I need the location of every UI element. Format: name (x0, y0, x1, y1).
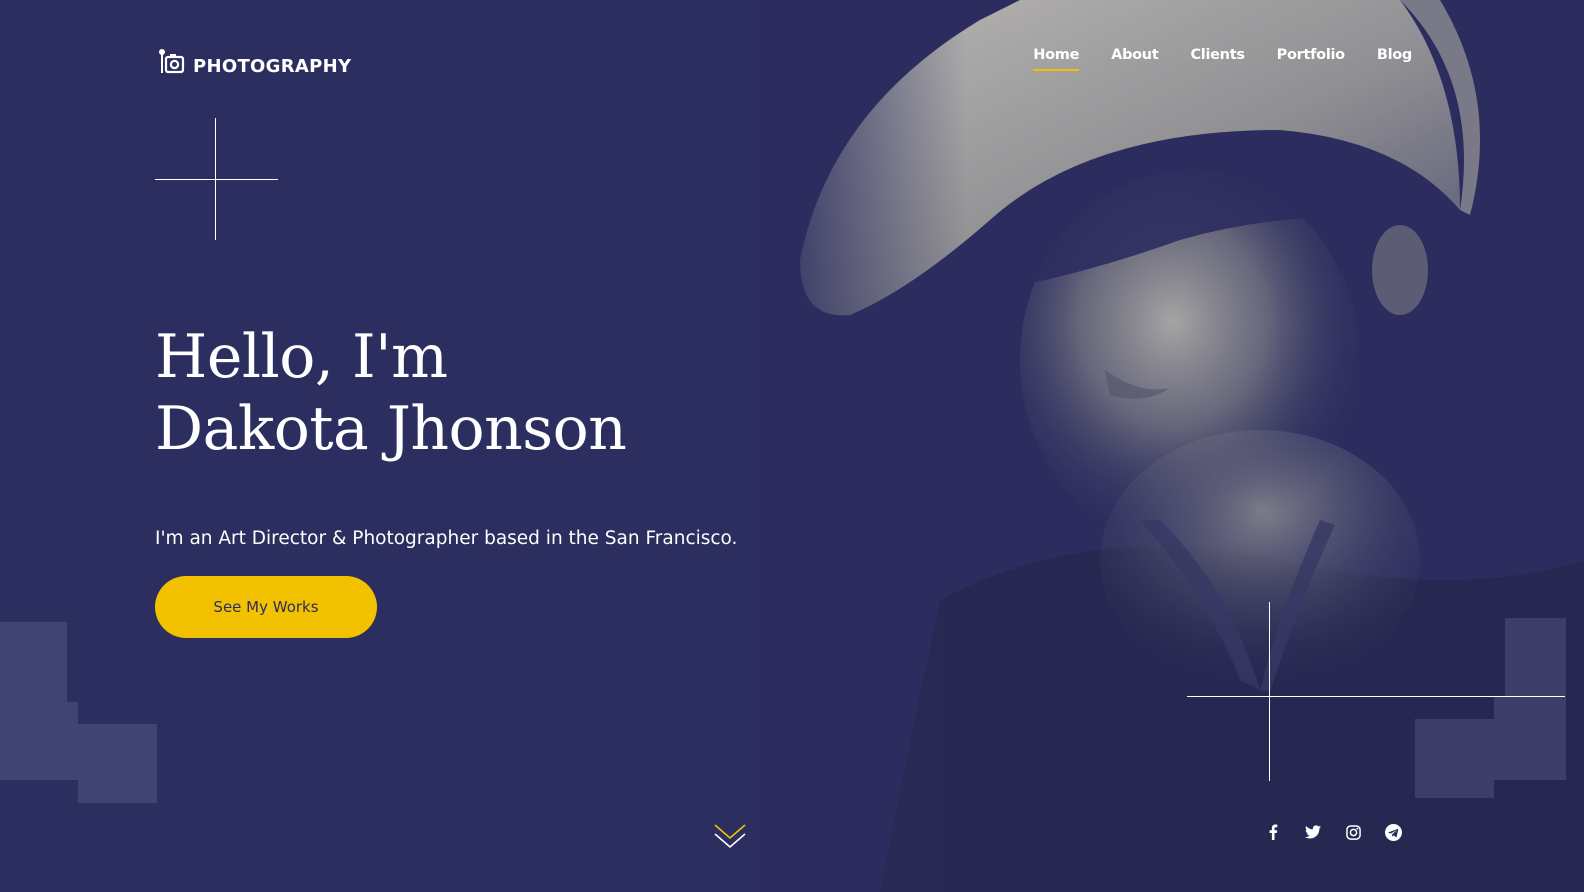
decor-square (0, 702, 78, 780)
crosshair-line (1187, 696, 1565, 697)
main-nav: Home About Clients Portfolio Blog (1033, 47, 1412, 71)
nav-item-clients[interactable]: Clients (1190, 47, 1245, 71)
crosshair-line (1269, 602, 1270, 781)
twitter-icon[interactable] (1303, 822, 1323, 842)
facebook-icon[interactable] (1263, 822, 1283, 842)
hero-section: PHOTOGRAPHY Home About Clients Portfolio… (0, 0, 1584, 892)
social-links (1263, 822, 1403, 842)
chevron-down-icon[interactable] (713, 822, 747, 852)
decor-square (78, 724, 157, 803)
hero-tagline: I'm an Art Director & Photographer based… (155, 528, 738, 549)
telegram-icon[interactable] (1383, 822, 1403, 842)
hero-headline: Hello, I'm Dakota Jhonson (155, 321, 627, 465)
brand-logo[interactable]: PHOTOGRAPHY (157, 46, 351, 77)
brand-name: PHOTOGRAPHY (193, 56, 352, 77)
crosshair-line (155, 179, 278, 180)
decor-square (1415, 719, 1494, 798)
nav-item-portfolio[interactable]: Portfolio (1277, 47, 1345, 71)
decor-square (1494, 697, 1566, 780)
nav-item-home[interactable]: Home (1033, 47, 1079, 71)
instagram-icon[interactable] (1343, 822, 1363, 842)
nav-item-about[interactable]: About (1111, 47, 1159, 71)
decor-square (0, 622, 67, 702)
nav-item-blog[interactable]: Blog (1377, 47, 1412, 71)
camera-icon (159, 48, 185, 73)
headline-line-1: Hello, I'm (155, 322, 448, 392)
see-my-works-button[interactable]: See My Works (155, 576, 377, 638)
headline-line-2: Dakota Jhonson (155, 394, 627, 464)
decor-square (1505, 618, 1566, 697)
